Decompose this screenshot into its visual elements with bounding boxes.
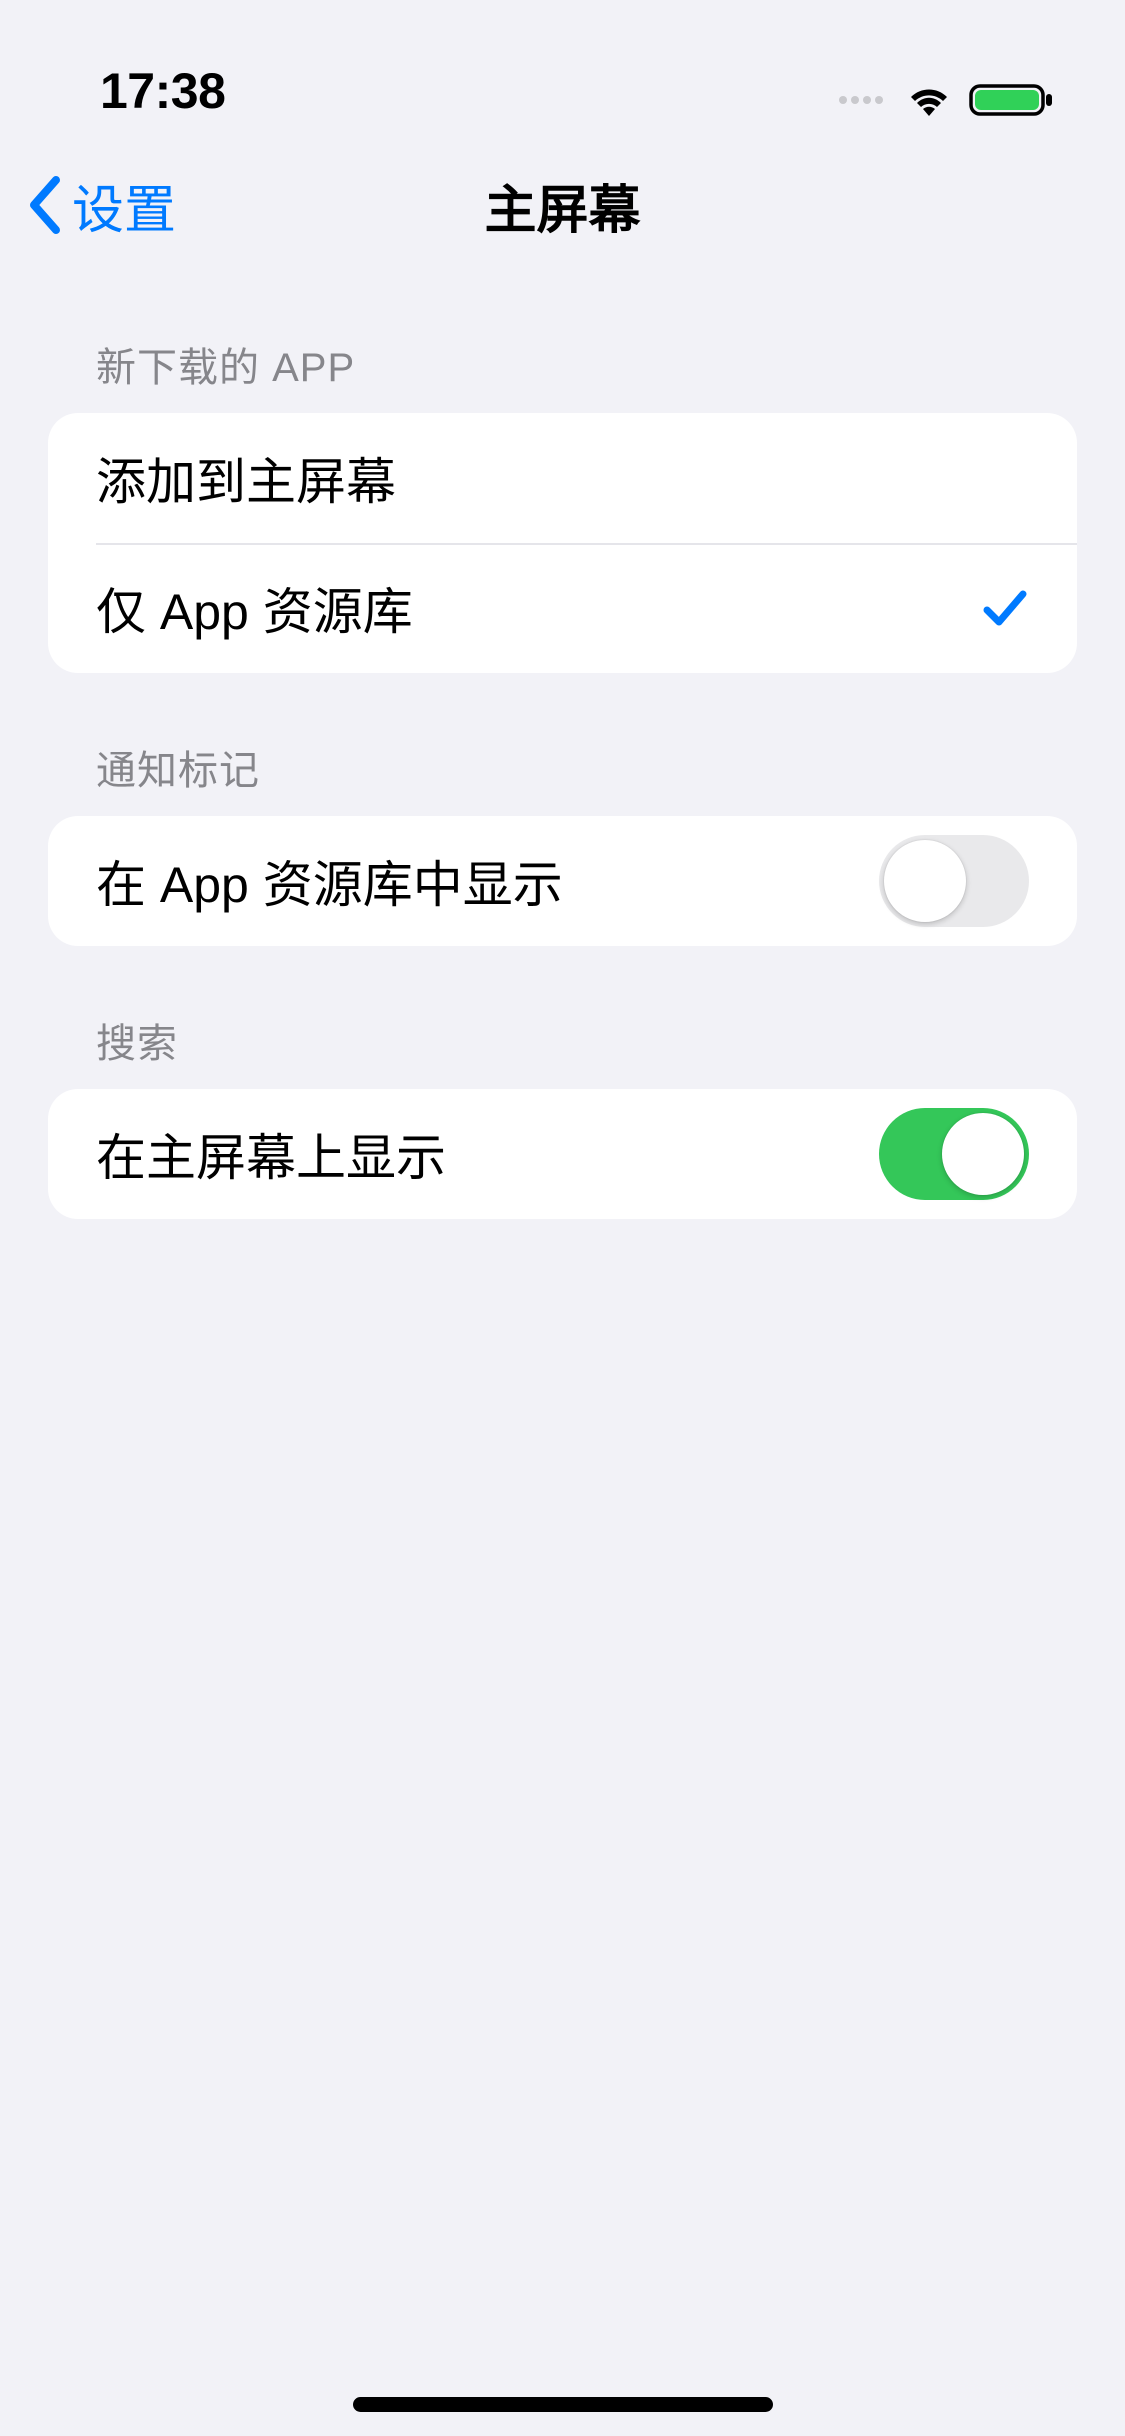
section-header-new-downloads: 新下载的 APP <box>48 270 1077 413</box>
toggle-show-in-app-library[interactable] <box>879 835 1029 927</box>
checkmark-icon <box>981 584 1029 632</box>
toggle-show-on-home-screen[interactable] <box>879 1108 1029 1200</box>
row-show-on-home-screen: 在主屏幕上显示 <box>48 1089 1077 1219</box>
navigation-bar: 设置 主屏幕 <box>0 140 1125 270</box>
group-search: 在主屏幕上显示 <box>48 1089 1077 1219</box>
row-show-in-app-library: 在 App 资源库中显示 <box>48 816 1077 946</box>
status-time: 17:38 <box>100 62 225 120</box>
section-header-notification-badges: 通知标记 <box>48 673 1077 816</box>
option-label: 添加到主屏幕 <box>96 442 396 514</box>
option-add-to-home-screen[interactable]: 添加到主屏幕 <box>48 413 1077 543</box>
switch-knob <box>884 840 966 922</box>
row-label: 在 App 资源库中显示 <box>96 845 563 917</box>
option-label: 仅 App 资源库 <box>96 572 413 644</box>
status-bar: 17:38 <box>0 0 1125 140</box>
section-header-search: 搜索 <box>48 946 1077 1089</box>
option-app-library-only[interactable]: 仅 App 资源库 <box>48 543 1077 673</box>
content: 新下载的 APP 添加到主屏幕 仅 App 资源库 通知标记 在 App 资源库… <box>0 270 1125 1219</box>
status-right <box>839 80 1055 120</box>
back-label: 设置 <box>72 168 176 243</box>
wifi-icon <box>904 80 954 120</box>
home-indicator[interactable] <box>353 2397 773 2412</box>
row-label: 在主屏幕上显示 <box>96 1118 446 1190</box>
chevron-left-icon <box>26 174 64 236</box>
group-notification-badges: 在 App 资源库中显示 <box>48 816 1077 946</box>
group-new-downloads: 添加到主屏幕 仅 App 资源库 <box>48 413 1077 673</box>
battery-icon <box>969 80 1055 120</box>
back-button[interactable]: 设置 <box>26 168 176 243</box>
cellular-dots-icon <box>839 96 883 104</box>
switch-knob <box>942 1113 1024 1195</box>
